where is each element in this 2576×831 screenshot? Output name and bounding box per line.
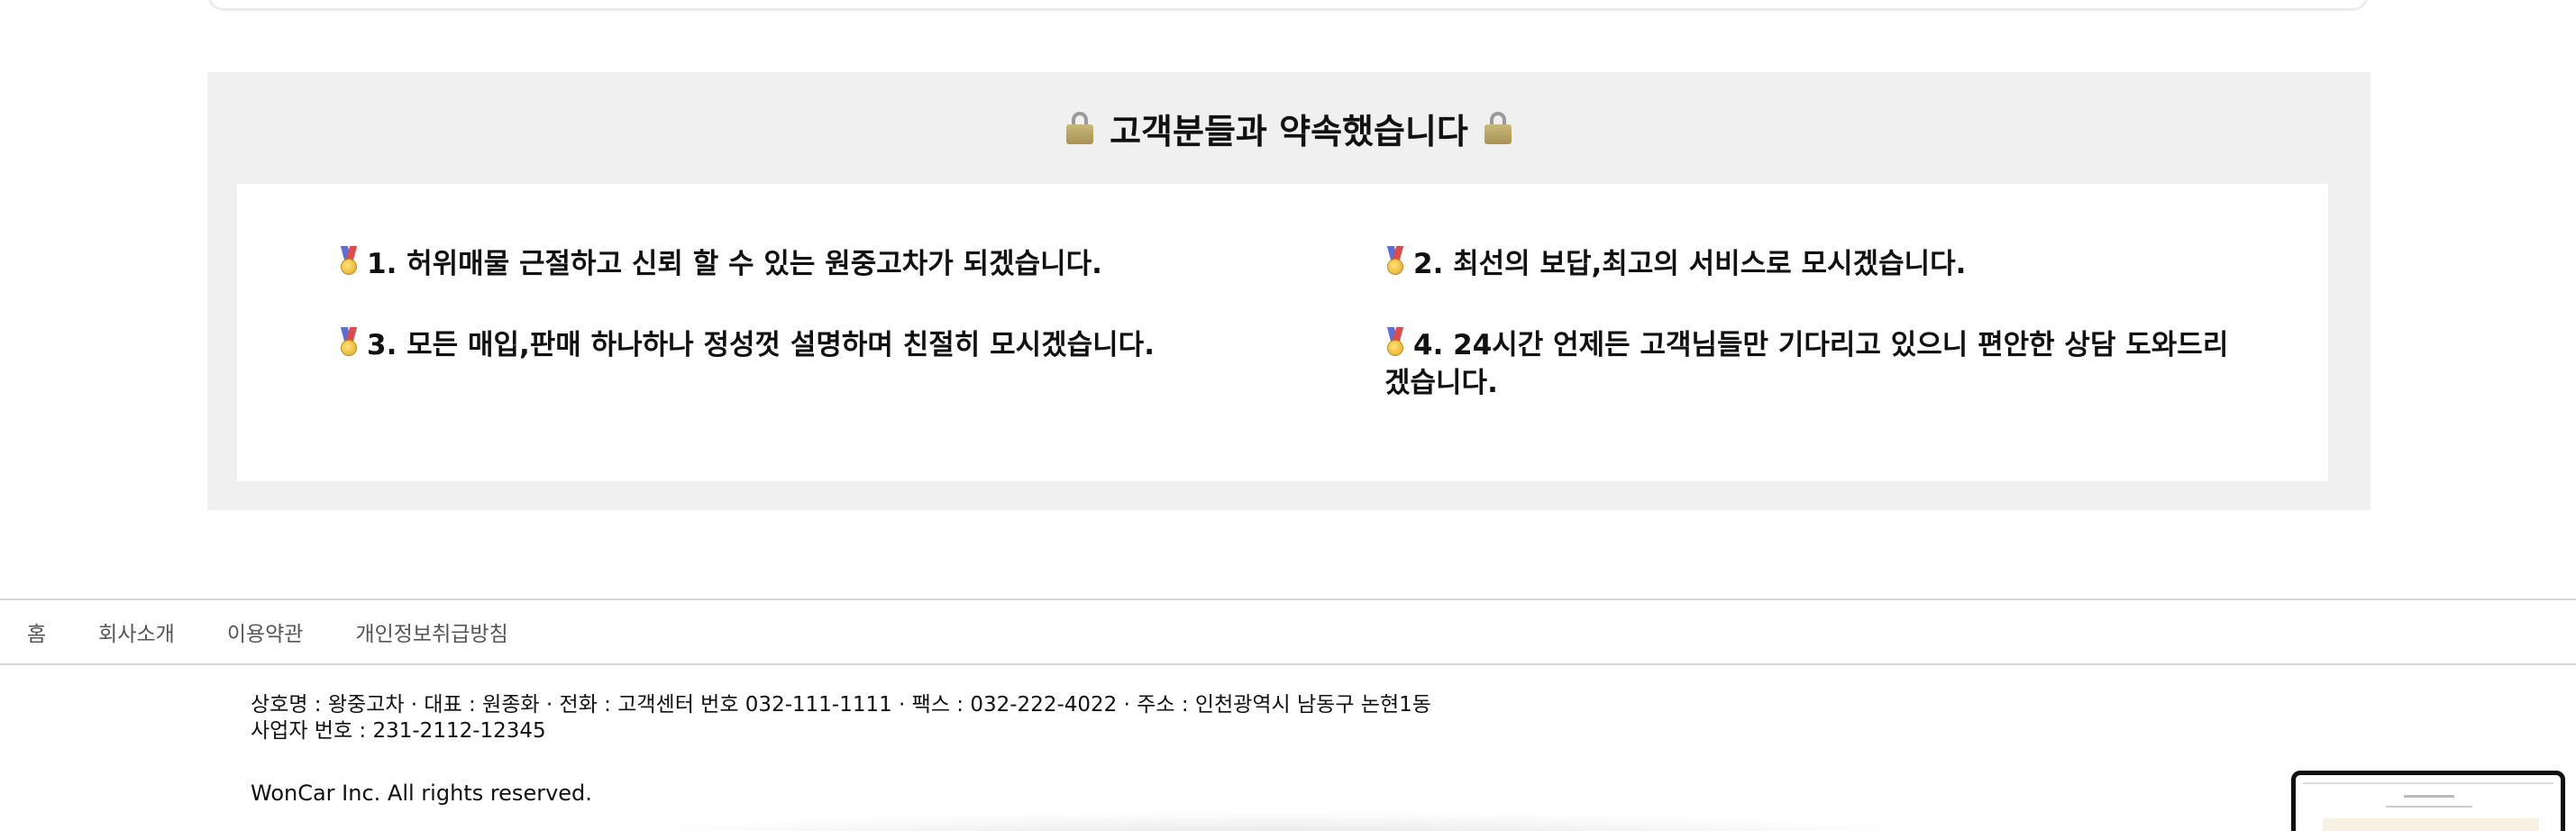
promise-item: 2. 최선의 보답,최고의 서비스로 모시겠습니다. [1384, 245, 2250, 283]
promise-list: 1. 허위매물 근절하고 신뢰 할 수 있는 원중고차가 되겠습니다. 2. 최… [237, 184, 2328, 481]
medal-icon [338, 327, 360, 358]
footer-link-terms[interactable]: 이용약관 [227, 616, 304, 647]
copyright: WonCar Inc. All rights reserved. [251, 781, 592, 806]
page-preview-thumbnail[interactable] [2291, 771, 2565, 831]
promise-title: 고객분들과 약속했습니다 [1110, 111, 1468, 151]
company-info: 상호명 : 왕중고차 · 대표 : 원종화 · 전화 : 고객센터 번호 032… [251, 692, 1431, 744]
footer-link-privacy[interactable]: 개인정보취급방침 [355, 616, 507, 647]
company-info-line: 상호명 : 왕중고차 · 대표 : 원종화 · 전화 : 고객센터 번호 032… [251, 693, 1431, 717]
promise-item: 4. 24시간 언제든 고객님들만 기다리고 있으니 편안한 상담 도와드리겠습… [1384, 327, 2229, 399]
medal-icon [338, 246, 360, 277]
medal-icon [1384, 327, 1406, 358]
lock-icon [1484, 112, 1512, 144]
floating-shadow [577, 811, 1983, 831]
promise-item: 1. 허위매물 근절하고 신뢰 할 수 있는 원중고차가 되겠습니다. [338, 245, 1284, 283]
promise-heading: 고객분들과 약속했습니다 [207, 72, 2370, 184]
lock-icon [1066, 112, 1094, 144]
footer-nav: 홈 회사소개 이용약관 개인정보취급방침 [0, 598, 2576, 665]
previous-section-card [207, 0, 2369, 11]
footer-link-about[interactable]: 회사소개 [98, 616, 175, 647]
footer-link-home[interactable]: 홈 [27, 616, 46, 647]
business-number: 사업자 번호 : 231-2112-12345 [251, 719, 546, 743]
medal-icon [1384, 246, 1406, 277]
promise-section: 고객분들과 약속했습니다 1. 허위매물 근절하고 신뢰 할 수 있는 원중고차… [207, 72, 2370, 510]
promise-item: 3. 모든 매입,판매 하나하나 정성껏 설명하며 친절히 모시겠습니다. [338, 326, 1284, 364]
